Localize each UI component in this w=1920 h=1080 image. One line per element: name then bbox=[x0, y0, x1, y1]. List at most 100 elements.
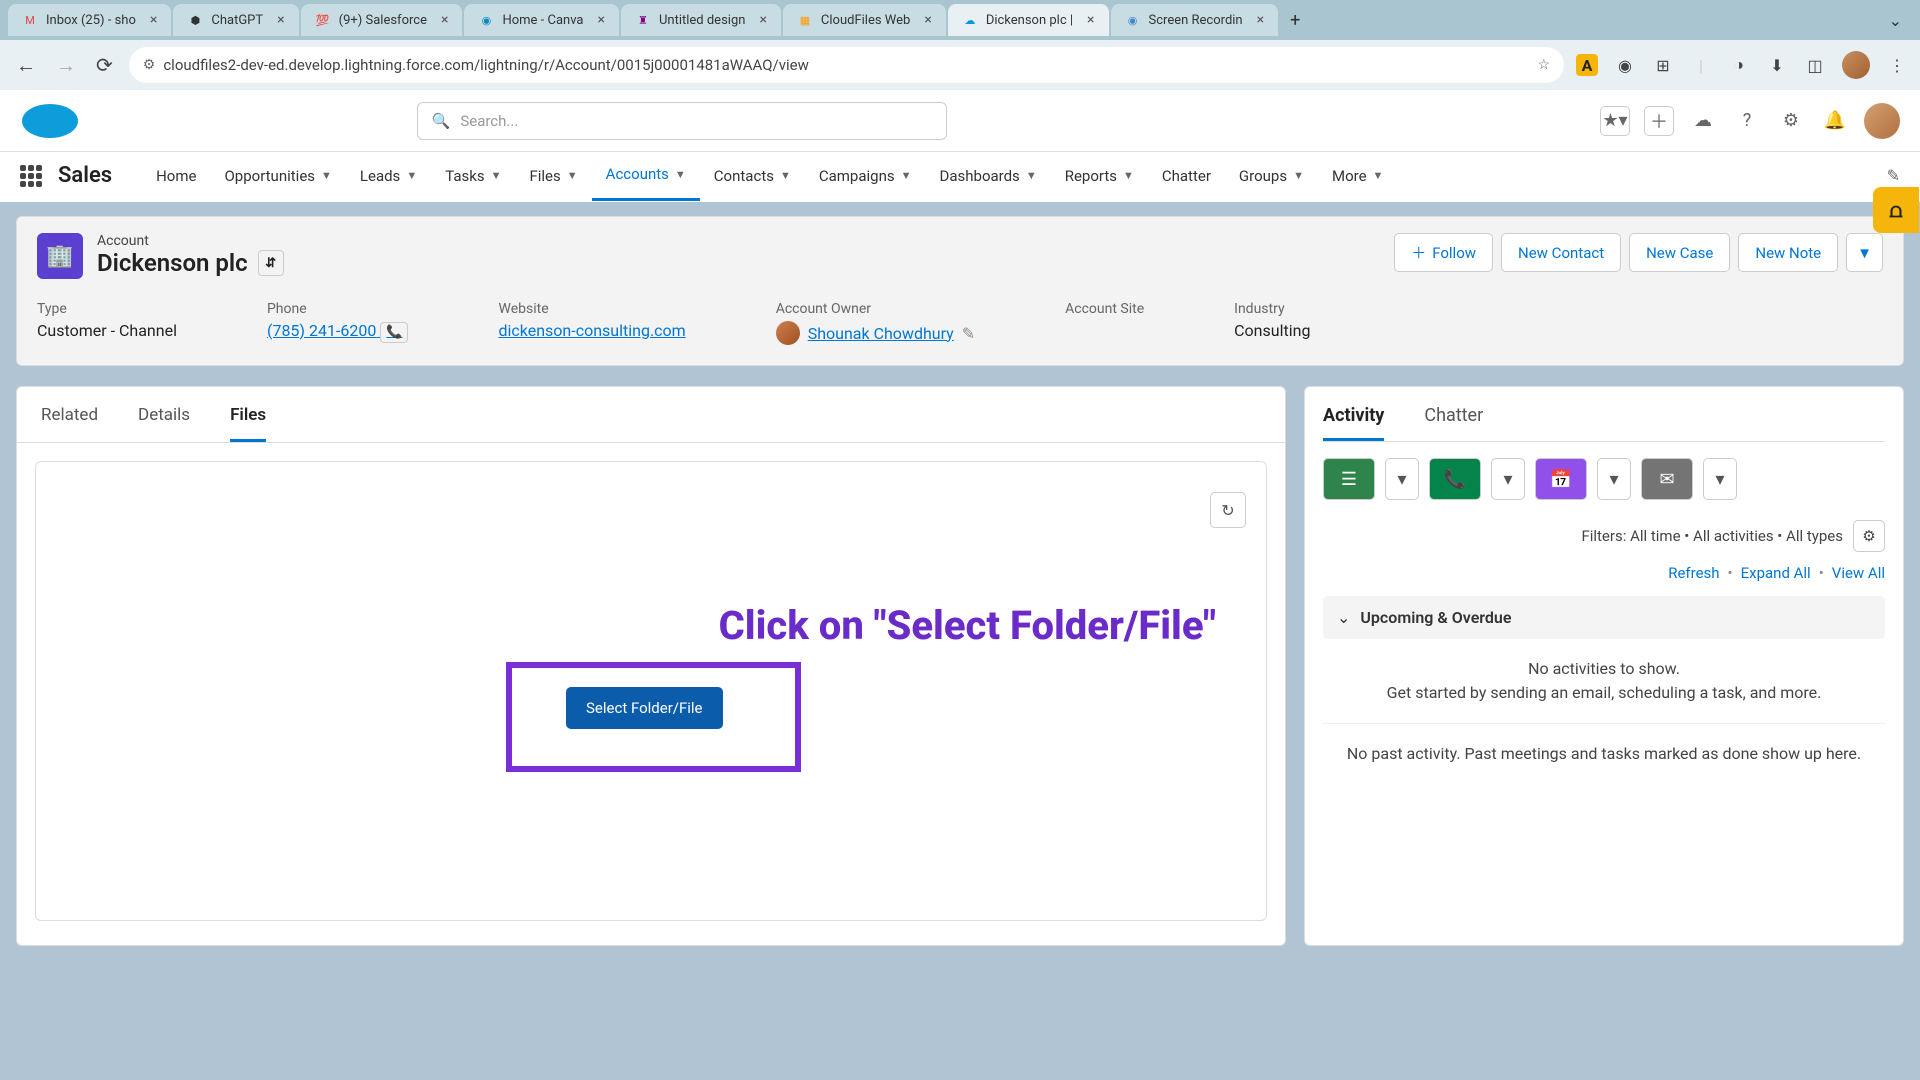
ext-icon-a[interactable]: A bbox=[1576, 54, 1598, 76]
close-tab-icon[interactable]: × bbox=[150, 12, 157, 28]
activity-settings-icon[interactable]: ⚙ bbox=[1853, 520, 1885, 552]
chevron-down-icon[interactable]: ▼ bbox=[491, 169, 502, 182]
tab-activity[interactable]: Activity bbox=[1323, 405, 1384, 441]
event-dropdown[interactable]: ▾ bbox=[1597, 458, 1631, 500]
close-tab-icon[interactable]: × bbox=[924, 12, 931, 28]
close-tab-icon[interactable]: × bbox=[1257, 12, 1264, 28]
tab-files[interactable]: Files bbox=[230, 405, 266, 442]
back-button[interactable]: ← bbox=[12, 49, 40, 82]
downloads-icon[interactable]: ⬇ bbox=[1766, 54, 1788, 76]
nav-item-opportunities[interactable]: Opportunities▼ bbox=[210, 151, 345, 201]
tab-chatter[interactable]: Chatter bbox=[1424, 405, 1483, 441]
new-task-button[interactable]: ☰ bbox=[1323, 458, 1375, 500]
notifications-icon[interactable]: 🔔 bbox=[1820, 106, 1850, 136]
chevron-down-icon[interactable]: ▼ bbox=[321, 169, 332, 182]
refresh-button[interactable]: ↻ bbox=[1210, 492, 1246, 528]
nav-item-files[interactable]: Files▼ bbox=[515, 151, 591, 201]
follow-button[interactable]: ＋Follow bbox=[1394, 233, 1493, 272]
bookmark-icon[interactable]: ☆ bbox=[1537, 57, 1550, 73]
nav-item-dashboards[interactable]: Dashboards▼ bbox=[926, 151, 1051, 201]
chevron-down-icon[interactable]: ▼ bbox=[1373, 169, 1384, 182]
reload-button[interactable]: ⟳ bbox=[92, 49, 117, 81]
nav-item-leads[interactable]: Leads▼ bbox=[346, 151, 431, 201]
phone-value[interactable]: (785) 241-6200 📞 bbox=[267, 321, 409, 340]
site-info-icon[interactable]: ⚙ bbox=[143, 57, 156, 73]
nav-item-home[interactable]: Home bbox=[142, 151, 210, 201]
nav-label: Groups bbox=[1239, 167, 1287, 185]
app-launcher-icon[interactable] bbox=[20, 165, 42, 187]
select-folder-file-button[interactable]: Select Folder/File bbox=[566, 687, 723, 729]
nav-item-chatter[interactable]: Chatter bbox=[1148, 151, 1225, 201]
favorites-button[interactable]: ★▾ bbox=[1600, 106, 1630, 136]
side-app-badge[interactable]: ⩍ bbox=[1873, 187, 1919, 233]
email-dropdown[interactable]: ▾ bbox=[1703, 458, 1737, 500]
nav-item-contacts[interactable]: Contacts▼ bbox=[700, 151, 805, 201]
nav-item-campaigns[interactable]: Campaigns▼ bbox=[805, 151, 926, 201]
chevron-down-icon[interactable]: ▼ bbox=[406, 169, 417, 182]
tabs-dropdown-icon[interactable]: ⌄ bbox=[1879, 11, 1912, 30]
chevron-down-icon[interactable]: ▼ bbox=[1123, 169, 1134, 182]
phone-icon[interactable]: 📞 bbox=[380, 322, 408, 343]
chevron-down-icon[interactable]: ▼ bbox=[675, 168, 686, 181]
browser-tab[interactable]: ▦CloudFiles Web× bbox=[783, 4, 946, 36]
log-call-button[interactable]: 📞 bbox=[1429, 458, 1481, 500]
nav-item-more[interactable]: More▼ bbox=[1318, 151, 1397, 201]
close-tab-icon[interactable]: × bbox=[1087, 12, 1094, 28]
search-input[interactable]: 🔍 Search... bbox=[417, 102, 947, 140]
nav-item-accounts[interactable]: Accounts▼ bbox=[592, 151, 700, 201]
new-case-button[interactable]: New Case bbox=[1629, 233, 1730, 272]
salesforce-help-icon[interactable]: ☁ bbox=[1688, 106, 1718, 136]
nav-item-tasks[interactable]: Tasks▼ bbox=[431, 151, 515, 201]
change-owner-icon[interactable]: ✎ bbox=[962, 324, 975, 343]
new-contact-button[interactable]: New Contact bbox=[1501, 233, 1621, 272]
new-tab-button[interactable]: + bbox=[1280, 10, 1310, 31]
close-tab-icon[interactable]: × bbox=[759, 12, 766, 28]
chevron-down-icon[interactable]: ▼ bbox=[901, 169, 912, 182]
chevron-down-icon[interactable]: ▼ bbox=[780, 169, 791, 182]
tab-details[interactable]: Details bbox=[138, 405, 190, 442]
expand-all-link[interactable]: Expand All bbox=[1741, 564, 1811, 582]
new-note-button[interactable]: New Note bbox=[1738, 233, 1838, 272]
browser-tab[interactable]: 💯(9+) Salesforce× bbox=[301, 4, 463, 36]
ext-icon-eye[interactable]: ◉ bbox=[1614, 54, 1636, 76]
forward-button[interactable]: → bbox=[52, 49, 80, 82]
send-email-button[interactable]: ✉ bbox=[1641, 458, 1693, 500]
browser-tab[interactable]: ⬢ChatGPT× bbox=[173, 4, 298, 36]
extensions-icon[interactable]: ⊞ bbox=[1652, 54, 1674, 76]
sidepanel-icon[interactable]: ◫ bbox=[1804, 54, 1826, 76]
ext-icon-record[interactable]: ◑ bbox=[1728, 54, 1750, 76]
more-actions-button[interactable]: ▼ bbox=[1846, 233, 1883, 272]
close-tab-icon[interactable]: × bbox=[597, 12, 604, 28]
refresh-link[interactable]: Refresh bbox=[1668, 564, 1719, 582]
user-avatar[interactable] bbox=[1864, 103, 1900, 139]
setup-gear-icon[interactable]: ⚙ bbox=[1776, 106, 1806, 136]
add-button[interactable]: ＋ bbox=[1644, 106, 1674, 136]
profile-avatar[interactable] bbox=[1842, 51, 1870, 79]
browser-tab[interactable]: ◉Screen Recordin× bbox=[1111, 4, 1279, 36]
chevron-down-icon[interactable]: ▼ bbox=[567, 169, 578, 182]
call-dropdown[interactable]: ▾ bbox=[1491, 458, 1525, 500]
nav-item-groups[interactable]: Groups ▼ bbox=[1225, 151, 1318, 201]
nav-item-reports[interactable]: Reports▼ bbox=[1051, 151, 1148, 201]
browser-tab[interactable]: ☁Dickenson plc |× bbox=[948, 4, 1109, 36]
help-icon[interactable]: ? bbox=[1732, 106, 1762, 136]
view-all-link[interactable]: View All bbox=[1832, 564, 1885, 582]
chevron-down-icon[interactable]: ▼ bbox=[1293, 169, 1304, 182]
browser-tab[interactable]: ♜Untitled design× bbox=[621, 4, 781, 36]
salesforce-logo[interactable] bbox=[20, 100, 80, 142]
hierarchy-icon[interactable]: ⇵ bbox=[258, 250, 284, 276]
close-tab-icon[interactable]: × bbox=[277, 12, 284, 28]
tab-related[interactable]: Related bbox=[41, 405, 98, 442]
edit-nav-icon[interactable]: ✎ bbox=[1887, 166, 1900, 185]
new-event-button[interactable]: 📅 bbox=[1535, 458, 1587, 500]
browser-menu-icon[interactable]: ⋮ bbox=[1886, 54, 1908, 76]
browser-tab[interactable]: ◉Home - Canva× bbox=[464, 4, 619, 36]
owner-value[interactable]: Shounak Chowdhury✎ bbox=[776, 321, 975, 345]
url-field[interactable]: ⚙ cloudfiles2-dev-ed.develop.lightning.f… bbox=[129, 47, 1564, 83]
chevron-down-icon[interactable]: ▼ bbox=[1026, 169, 1037, 182]
upcoming-section-header[interactable]: ⌄ Upcoming & Overdue bbox=[1323, 596, 1885, 639]
task-dropdown[interactable]: ▾ bbox=[1385, 458, 1419, 500]
browser-tab[interactable]: MInbox (25) - sho× bbox=[8, 4, 171, 36]
website-value[interactable]: dickenson-consulting.com bbox=[498, 321, 685, 340]
close-tab-icon[interactable]: × bbox=[441, 12, 448, 28]
